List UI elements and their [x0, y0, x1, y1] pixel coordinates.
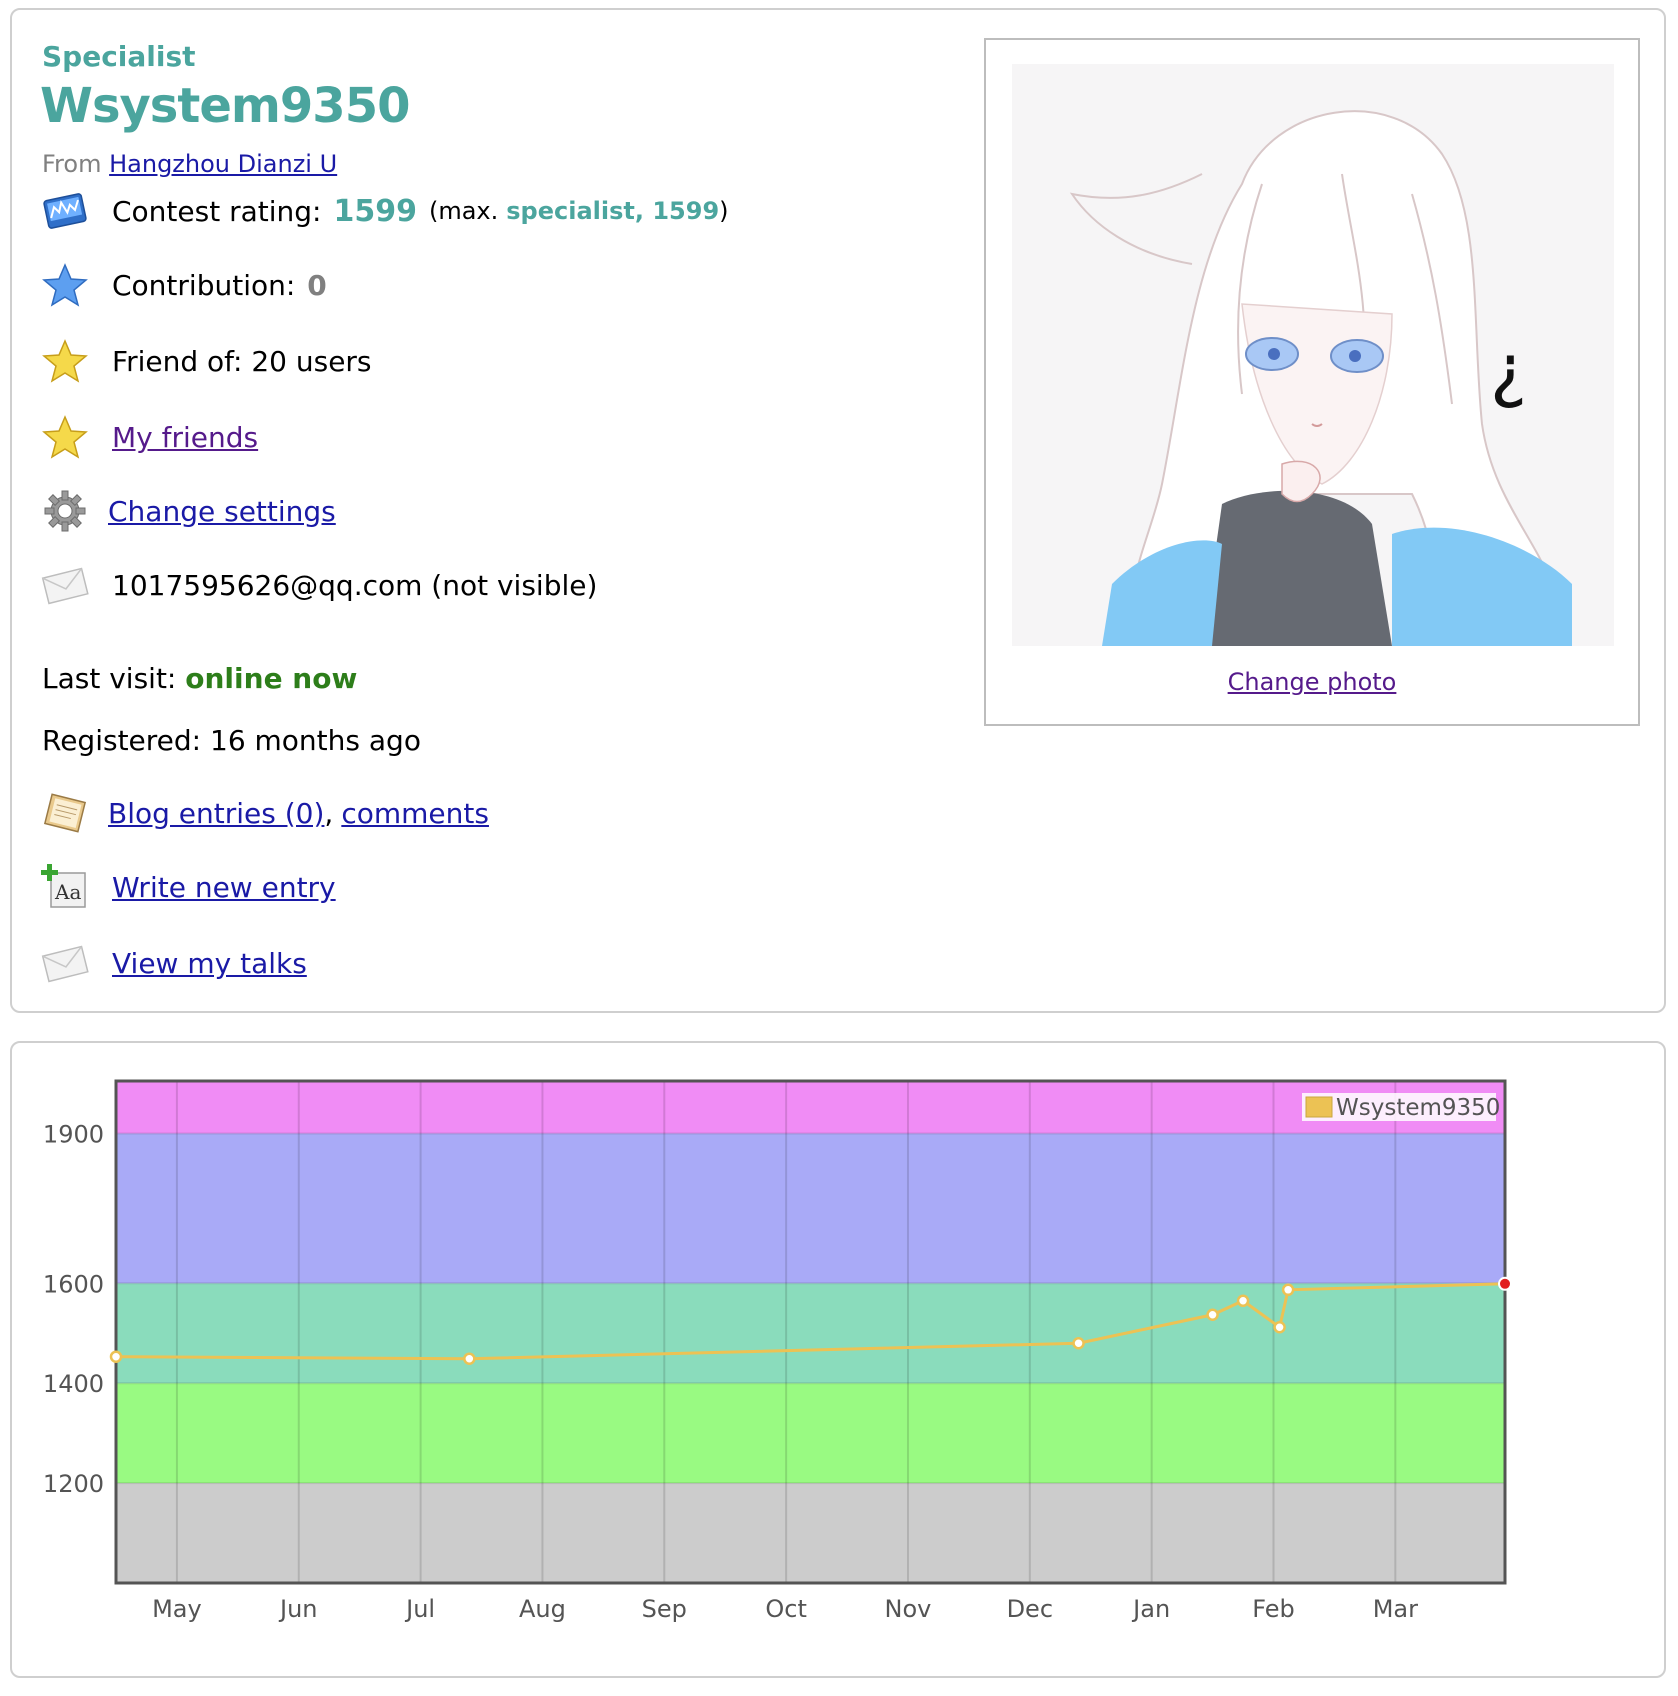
rating-graph-icon [40, 186, 90, 236]
new-entry-icon: Aa [40, 862, 90, 912]
x-tick-label-9: Feb [1252, 1595, 1295, 1623]
x-tick-label-10: Mar [1373, 1595, 1418, 1623]
blue-star-icon [40, 260, 90, 310]
organization-line: From Hangzhou Dianzi U [42, 150, 337, 178]
svg-text:¿: ¿ [1490, 329, 1527, 411]
rating-chart-panel: 1200 1400 1600 1900 May Jun Jul Aug Sep Oct Nov Dec… [10, 1041, 1666, 1678]
last-visit-status: online now [185, 662, 358, 695]
x-tick-label-3: Aug [519, 1595, 566, 1623]
x-tick-label-8: Jan [1131, 1595, 1170, 1623]
rating-point-2[interactable] [1072, 1336, 1085, 1350]
contest-rating-label: Contest rating: [112, 194, 322, 228]
my-friends-row: My friends [40, 412, 258, 462]
contribution-row: Contribution: 0 [40, 260, 327, 310]
rating-point-4[interactable] [1236, 1294, 1250, 1308]
x-tick-label-4: Sep [642, 1595, 687, 1623]
x-tick-label-2: Jul [404, 1595, 435, 1623]
rating-point-6[interactable] [1281, 1283, 1295, 1297]
last-visit-label: Last visit: [42, 662, 177, 695]
write-entry-row: Aa Write new entry [40, 862, 336, 912]
change-settings-row: Change settings [40, 486, 336, 536]
change-photo-link[interactable]: Change photo [1228, 668, 1397, 696]
talks-row: View my talks [40, 938, 307, 988]
y-tick-label-0: 1200 [43, 1470, 104, 1498]
user-handle: Wsystem9350 [40, 78, 410, 134]
comments-link[interactable]: comments [341, 797, 489, 830]
blog-row: Blog entries (0) , comments [40, 788, 489, 838]
x-tick-label-7: Dec [1007, 1595, 1053, 1623]
x-tick-label-6: Nov [885, 1595, 932, 1623]
email-row: 1017595626@qq.com (not visible) [40, 560, 597, 610]
contest-rating-row: Contest rating: 1599 (max. specialist, 1… [40, 186, 729, 236]
from-label: From [42, 150, 102, 178]
x-tick-label-1: Jun [278, 1595, 318, 1623]
max-close: ) [719, 197, 729, 225]
y-tick-label-3: 1900 [43, 1120, 104, 1148]
rating-point-0[interactable] [109, 1350, 123, 1363]
x-tick-label-0: May [152, 1595, 202, 1623]
contest-rating-value: 1599 [333, 193, 417, 229]
change-photo-link-wrap: Change photo [986, 668, 1638, 696]
y-tick-label-2: 1600 [43, 1270, 104, 1298]
avatar-box: ¿ Change photo [984, 38, 1640, 726]
rating-band-1 [116, 1383, 1505, 1484]
envelope-icon [40, 560, 90, 610]
organization-link[interactable]: Hangzhou Dianzi U [109, 150, 337, 178]
max-open: (max. [428, 197, 499, 225]
rating-point-3[interactable] [1206, 1308, 1219, 1322]
rating-band-0 [116, 1483, 1505, 1583]
gear-icon [40, 486, 90, 536]
user-rank: Specialist [42, 40, 196, 73]
profile-info-panel: Specialist Wsystem9350 From Hangzhou Dia… [10, 8, 1666, 1013]
x-tick-label-5: Oct [765, 1595, 807, 1623]
friend-of-row: Friend of: 20 users [40, 336, 372, 386]
write-new-entry-link[interactable]: Write new entry [112, 871, 336, 904]
y-tick-label-1: 1400 [43, 1370, 104, 1398]
rating-band-2 [116, 1283, 1505, 1384]
legend-label: Wsystem9350 [1336, 1095, 1500, 1121]
max-rank-rating: specialist, 1599 [506, 197, 720, 225]
friend-of-text: Friend of: 20 users [112, 344, 372, 378]
rating-band-3 [116, 1133, 1505, 1284]
contribution-value: 0 [307, 268, 327, 302]
rating-point-7[interactable] [1498, 1276, 1512, 1291]
blog-entries-link[interactable]: Blog entries (0) [108, 797, 324, 830]
rating-point-5[interactable] [1273, 1321, 1286, 1334]
email-text: 1017595626@qq.com (not visible) [112, 568, 598, 602]
registered-line: Registered: 16 months ago [42, 724, 421, 757]
rating-point-1[interactable] [463, 1352, 476, 1365]
change-settings-link[interactable]: Change settings [108, 495, 336, 528]
comma-separator: , [324, 796, 334, 830]
avatar: ¿ [1012, 64, 1614, 647]
view-talks-link[interactable]: View my talks [112, 947, 307, 980]
notebook-icon [40, 788, 90, 838]
my-friends-link[interactable]: My friends [112, 421, 258, 454]
gold-star-icon [40, 412, 90, 462]
gold-star-icon [40, 336, 90, 386]
contribution-label: Contribution: [112, 268, 296, 302]
envelope-icon [40, 938, 90, 988]
last-visit-line: Last visit: online now [42, 662, 357, 695]
rating-chart: 1200 1400 1600 1900 May Jun Jul Aug Sep Oct Nov Dec… [43, 1079, 1512, 1623]
svg-text:Aa: Aa [54, 880, 81, 904]
rating-band-4 [116, 1081, 1505, 1134]
legend-swatch [1305, 1096, 1333, 1118]
